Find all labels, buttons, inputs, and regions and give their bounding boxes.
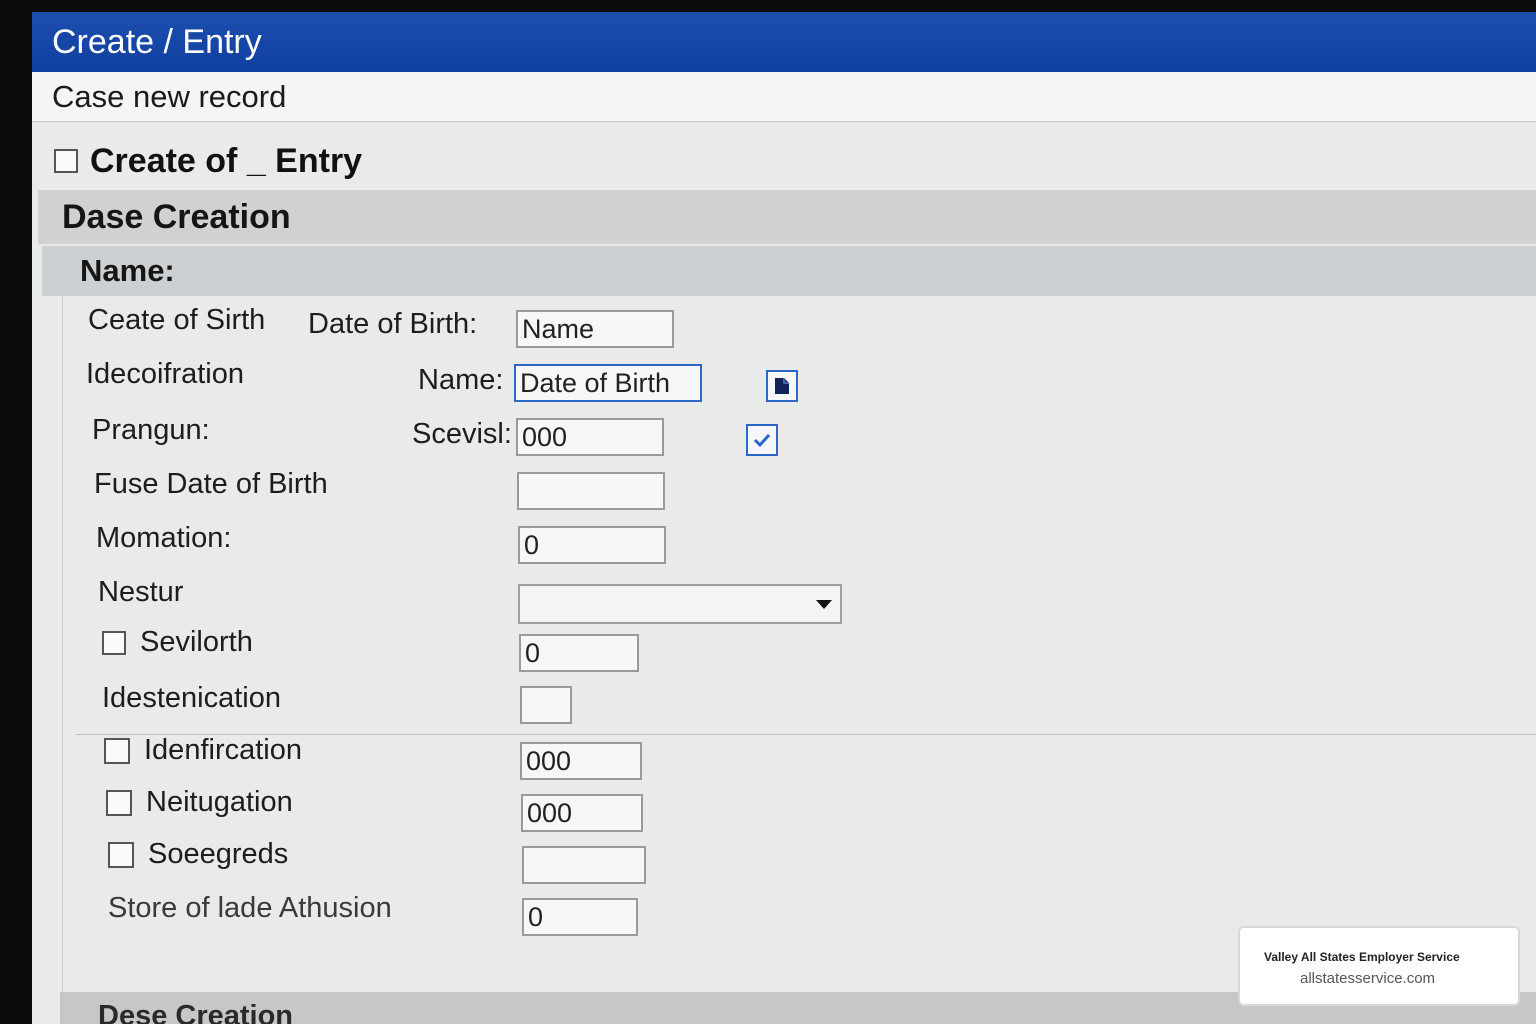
store-of-lade-input[interactable]: 0 bbox=[522, 898, 638, 936]
window-title: Create / Entry bbox=[32, 12, 1536, 72]
fuse-date-of-birth-input[interactable] bbox=[517, 472, 665, 510]
create-entry-heading: Create of _ Entry bbox=[54, 138, 362, 184]
heading-checkbox[interactable] bbox=[54, 149, 78, 173]
attach-document-button[interactable] bbox=[766, 370, 798, 402]
label-idenfircation: Idenfircation bbox=[144, 734, 302, 766]
brand-name: Valley All States Employer Service bbox=[1264, 950, 1460, 964]
row-neitugation: Neitugation bbox=[106, 786, 293, 819]
label-neitugation: Neitugation bbox=[146, 786, 293, 818]
chevron-down-icon bbox=[816, 600, 832, 609]
scevisl-checkbox[interactable] bbox=[746, 424, 778, 456]
date-of-birth-input[interactable]: Name bbox=[516, 310, 674, 348]
label-sevilorth: Sevilorth bbox=[140, 626, 253, 658]
window-subtitle: Case new record bbox=[32, 72, 1536, 122]
checkmark-icon bbox=[753, 433, 771, 448]
label-store-of-lade: Store of lade Athusion bbox=[108, 892, 392, 924]
form-left-border bbox=[62, 296, 63, 996]
section-header-name: Name: bbox=[42, 246, 1536, 296]
sevilorth-checkbox[interactable] bbox=[102, 630, 126, 655]
label-idecoifration: Idecoifration bbox=[86, 358, 244, 390]
label-nestur: Nestur bbox=[98, 576, 184, 608]
label-date-of-birth: Date of Birth: bbox=[308, 308, 478, 340]
brand-watermark: Valley All States Employer Service allst… bbox=[1238, 926, 1520, 1006]
label-momation: Momation: bbox=[96, 522, 232, 554]
name-input[interactable]: Date of Birth bbox=[514, 364, 702, 402]
brand-url: allstatesservice.com bbox=[1300, 970, 1436, 987]
neitugation-input[interactable]: 000 bbox=[521, 794, 643, 832]
heading-label: Create of _ Entry bbox=[90, 141, 363, 180]
neitugation-checkbox[interactable] bbox=[106, 789, 132, 816]
nestur-select[interactable] bbox=[518, 584, 842, 624]
row-soeegreds: Soeegreds bbox=[108, 838, 288, 871]
label-scevisl: Scevisl: bbox=[412, 418, 512, 450]
label-idestenication: Idestenication bbox=[102, 682, 281, 714]
label-fuse-date-of-birth: Fuse Date of Birth bbox=[94, 468, 328, 500]
idenfircation-checkbox[interactable] bbox=[104, 737, 130, 764]
idenfircation-input[interactable]: 000 bbox=[520, 742, 642, 780]
idestenication-input[interactable] bbox=[520, 686, 572, 724]
soeegreds-input[interactable] bbox=[522, 846, 646, 884]
application-window: Create / Entry Case new record Create of… bbox=[32, 12, 1536, 1024]
section-header-primary: Dase Creation bbox=[38, 190, 1536, 244]
label-prangun: Prangun: bbox=[92, 414, 210, 446]
scevisl-input[interactable]: 000 bbox=[516, 418, 664, 456]
momation-input[interactable]: 0 bbox=[518, 526, 666, 564]
label-ceate-of-sirth: Ceate of Sirth bbox=[88, 304, 266, 336]
document-icon bbox=[775, 378, 789, 394]
row-sevilorth: Sevilorth bbox=[102, 626, 253, 659]
sevilorth-input[interactable]: 0 bbox=[519, 634, 639, 672]
row-idenfircation: Idenfircation bbox=[104, 734, 302, 767]
label-soeegreds: Soeegreds bbox=[148, 838, 289, 870]
label-name: Name: bbox=[418, 364, 504, 396]
soeegreds-checkbox[interactable] bbox=[108, 841, 134, 868]
